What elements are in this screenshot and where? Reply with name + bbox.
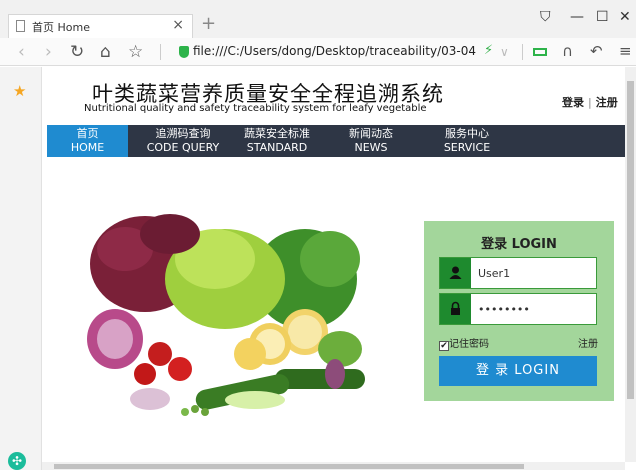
nav-label-cn: 服务中心 xyxy=(445,127,489,140)
close-tab-icon[interactable]: × xyxy=(172,17,184,33)
toolbar-divider xyxy=(522,44,523,60)
scroll-thumb[interactable] xyxy=(627,81,634,399)
remember-label: 记住密码 xyxy=(449,339,489,350)
username-input[interactable] xyxy=(478,263,590,283)
chevron-down-icon[interactable]: ∨ xyxy=(500,45,509,59)
nav-label-en: HOME xyxy=(70,141,105,154)
nav-item-home[interactable]: 首页 HOME xyxy=(47,125,128,157)
nav-label-cn: 新闻动态 xyxy=(349,127,393,140)
auth-links: 登录 | 注册 xyxy=(562,94,618,110)
nav-label-cn: 追溯码查询 xyxy=(155,127,211,140)
nav-label-en: SERVICE xyxy=(443,141,491,154)
browser-sidebar: ★ ✣ xyxy=(0,67,42,470)
favorites-star-icon[interactable]: ★ xyxy=(13,82,26,100)
main-nav: 首页 HOME 追溯码查询 CODE QUERY 蔬菜安全标准 STANDARD… xyxy=(47,125,632,157)
home-icon[interactable]: ⌂ xyxy=(100,42,111,62)
menu-icon[interactable]: ≡ xyxy=(619,42,632,60)
nav-item-code-query[interactable]: 追溯码查询 CODE QUERY xyxy=(138,125,228,157)
lightning-icon[interactable]: ⚡ xyxy=(484,43,493,58)
bookmark-star-icon[interactable]: ☆ xyxy=(128,42,143,62)
lock-icon xyxy=(440,294,471,324)
username-field[interactable] xyxy=(439,257,597,289)
nav-label-en: STANDARD xyxy=(246,141,308,154)
password-input[interactable] xyxy=(478,299,590,319)
tab-title: 首页 Home xyxy=(32,21,90,34)
minimize-icon[interactable]: — xyxy=(570,9,584,25)
vertical-scrollbar[interactable] xyxy=(625,67,636,462)
scroll-thumb[interactable] xyxy=(54,464,524,469)
site-subtitle: Nutritional quality and safety traceabil… xyxy=(84,103,427,114)
nav-item-news[interactable]: 新闻动态 NEWS xyxy=(340,125,402,157)
reload-icon[interactable]: ↻ xyxy=(70,42,84,62)
register-link[interactable]: 注册 xyxy=(596,96,618,109)
horizontal-scrollbar[interactable] xyxy=(42,462,625,470)
plugin-icon[interactable]: ✣ xyxy=(8,452,26,470)
browser-toolbar: ‹ › ↻ ⌂ ☆ file:///C:/Users/dong/Desktop/… xyxy=(0,38,636,66)
remember-password[interactable]: ✔记住密码 xyxy=(439,335,489,351)
shirt-icon[interactable]: ⛉ xyxy=(540,9,551,25)
user-icon xyxy=(440,258,471,288)
close-window-icon[interactable]: ✕ xyxy=(619,9,631,25)
login-link[interactable]: 登录 xyxy=(562,96,584,109)
nav-label-en: CODE QUERY xyxy=(146,141,220,154)
password-field[interactable] xyxy=(439,293,597,325)
page-icon xyxy=(16,20,25,32)
back-icon[interactable]: ‹ xyxy=(18,42,25,62)
nav-item-service[interactable]: 服务中心 SERVICE xyxy=(437,125,497,157)
nav-label-cn: 蔬菜安全标准 xyxy=(244,127,310,140)
forward-icon[interactable]: › xyxy=(45,42,52,62)
address-bar[interactable]: file:///C:/Users/dong/Desktop/traceabili… xyxy=(193,44,476,58)
nav-label-en: NEWS xyxy=(354,141,388,154)
undo-icon[interactable]: ↶ xyxy=(590,42,603,60)
browser-tab-bar: 首页 Home × + ⛉ — ☐ ✕ xyxy=(0,0,636,38)
vegetables-image xyxy=(87,214,365,416)
browser-tab[interactable]: 首页 Home × xyxy=(8,14,193,38)
remember-checkbox[interactable]: ✔ xyxy=(439,341,449,351)
nav-item-standard[interactable]: 蔬菜安全标准 STANDARD xyxy=(237,125,317,157)
toolbar-divider xyxy=(160,44,161,60)
new-tab-icon[interactable]: + xyxy=(201,13,216,34)
login-panel: 登录 LOGIN ✔记住密码 注册 登 录 LOGIN xyxy=(424,221,614,401)
auth-separator: | xyxy=(588,96,592,109)
login-title: 登录 LOGIN xyxy=(481,237,557,252)
battery-icon[interactable] xyxy=(533,48,547,56)
headphones-icon[interactable]: ∩ xyxy=(562,42,573,60)
login-button[interactable]: 登 录 LOGIN xyxy=(439,356,597,386)
register-link-login[interactable]: 注册 xyxy=(578,335,598,350)
secure-shield-icon xyxy=(179,46,189,58)
maximize-icon[interactable]: ☐ xyxy=(596,9,609,25)
nav-label-cn: 首页 xyxy=(76,127,99,140)
